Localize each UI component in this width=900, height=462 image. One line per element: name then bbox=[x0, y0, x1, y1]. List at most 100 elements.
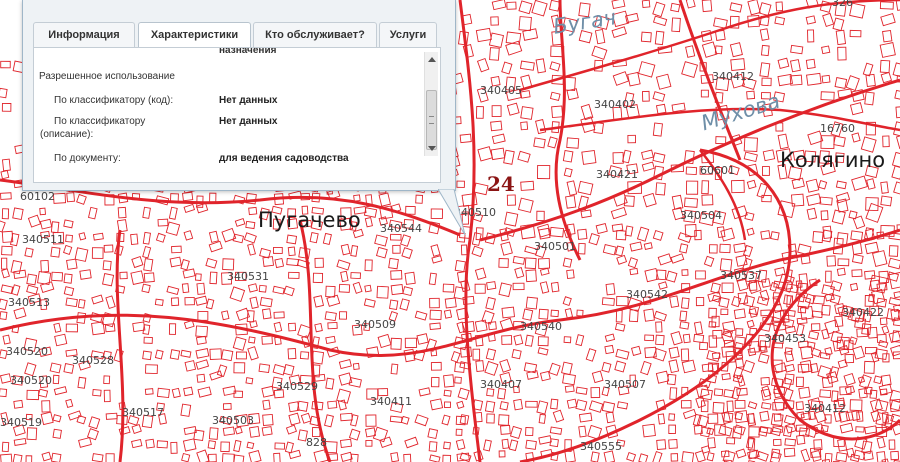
parcel[interactable] bbox=[443, 401, 451, 409]
parcel[interactable] bbox=[102, 260, 112, 271]
parcel[interactable] bbox=[506, 1, 517, 10]
parcel[interactable] bbox=[348, 428, 361, 441]
parcel[interactable] bbox=[796, 434, 806, 445]
parcel[interactable] bbox=[11, 284, 21, 296]
parcel[interactable] bbox=[299, 351, 310, 360]
parcel[interactable] bbox=[806, 341, 816, 349]
parcel[interactable] bbox=[759, 345, 768, 354]
parcel[interactable] bbox=[484, 400, 496, 413]
parcel[interactable] bbox=[52, 414, 62, 423]
parcel[interactable] bbox=[742, 359, 755, 374]
parcel[interactable] bbox=[103, 375, 111, 385]
parcel[interactable] bbox=[168, 206, 178, 220]
parcel[interactable] bbox=[143, 272, 155, 283]
parcel[interactable] bbox=[808, 330, 820, 341]
parcel[interactable] bbox=[681, 451, 695, 462]
parcel[interactable] bbox=[522, 308, 534, 321]
parcel[interactable] bbox=[832, 339, 845, 352]
parcel[interactable] bbox=[508, 439, 519, 452]
parcel[interactable] bbox=[820, 135, 835, 150]
parcel[interactable] bbox=[759, 410, 770, 422]
parcel[interactable] bbox=[852, 345, 866, 360]
parcel[interactable] bbox=[314, 257, 324, 268]
parcel[interactable] bbox=[531, 0, 548, 17]
parcel[interactable] bbox=[512, 282, 525, 291]
parcel[interactable] bbox=[520, 106, 534, 120]
parcel[interactable] bbox=[474, 267, 487, 281]
parcel[interactable] bbox=[180, 349, 192, 358]
parcel[interactable] bbox=[643, 242, 653, 250]
parcel[interactable] bbox=[641, 149, 654, 161]
parcel[interactable] bbox=[168, 323, 177, 335]
parcel[interactable] bbox=[443, 309, 453, 319]
parcel[interactable] bbox=[26, 389, 40, 401]
parcel[interactable] bbox=[643, 308, 655, 322]
parcel[interactable] bbox=[118, 426, 131, 436]
parcel[interactable] bbox=[590, 451, 600, 462]
parcel[interactable] bbox=[701, 0, 713, 13]
parcel[interactable] bbox=[390, 363, 399, 375]
parcel[interactable] bbox=[729, 42, 743, 58]
parcel[interactable] bbox=[313, 295, 325, 308]
parcel[interactable] bbox=[78, 437, 92, 448]
parcel[interactable] bbox=[820, 91, 835, 101]
parcel[interactable] bbox=[806, 207, 818, 220]
parcel[interactable] bbox=[513, 334, 524, 346]
parcel[interactable] bbox=[758, 2, 772, 17]
parcel[interactable] bbox=[375, 246, 388, 259]
parcel[interactable] bbox=[849, 29, 862, 38]
parcel[interactable] bbox=[441, 414, 451, 426]
parcel[interactable] bbox=[1, 102, 12, 112]
tab-information[interactable]: Информация bbox=[33, 22, 135, 47]
parcel[interactable] bbox=[443, 441, 451, 450]
parcel[interactable] bbox=[325, 285, 336, 298]
parcel[interactable] bbox=[686, 180, 699, 195]
parcel[interactable] bbox=[680, 348, 690, 362]
parcel[interactable] bbox=[0, 60, 11, 69]
parcel[interactable] bbox=[837, 359, 848, 369]
parcel[interactable] bbox=[549, 91, 561, 101]
parcel[interactable] bbox=[248, 206, 258, 216]
parcel[interactable] bbox=[513, 398, 523, 411]
parcel[interactable] bbox=[655, 334, 665, 346]
parcel[interactable] bbox=[194, 295, 208, 306]
parcel[interactable] bbox=[870, 410, 882, 423]
parcel[interactable] bbox=[1, 268, 10, 279]
parcel[interactable] bbox=[430, 361, 442, 371]
parcel[interactable] bbox=[759, 28, 770, 41]
parcel[interactable] bbox=[533, 137, 546, 149]
parcel[interactable] bbox=[699, 341, 709, 351]
parcel[interactable] bbox=[817, 365, 832, 380]
parcel[interactable] bbox=[670, 2, 681, 13]
parcel[interactable] bbox=[835, 451, 848, 462]
parcel[interactable] bbox=[891, 151, 900, 169]
parcel[interactable] bbox=[429, 454, 441, 462]
parcel[interactable] bbox=[622, 149, 632, 164]
parcel[interactable] bbox=[171, 245, 182, 254]
parcel[interactable] bbox=[145, 438, 155, 449]
parcel[interactable] bbox=[882, 135, 890, 148]
parcel[interactable] bbox=[41, 451, 52, 462]
parcel[interactable] bbox=[195, 325, 209, 338]
parcel[interactable] bbox=[735, 448, 747, 459]
parcel[interactable] bbox=[259, 247, 272, 259]
parcel[interactable] bbox=[668, 424, 676, 435]
parcel[interactable] bbox=[578, 412, 593, 423]
parcel[interactable] bbox=[821, 328, 830, 340]
parcel[interactable] bbox=[283, 285, 295, 297]
parcel[interactable] bbox=[460, 244, 468, 256]
parcel[interactable] bbox=[789, 59, 801, 73]
parcel[interactable] bbox=[640, 360, 652, 376]
parcel[interactable] bbox=[390, 233, 402, 241]
parcel[interactable] bbox=[762, 149, 776, 162]
parcel[interactable] bbox=[390, 337, 402, 350]
parcel[interactable] bbox=[0, 87, 8, 99]
parcel[interactable] bbox=[733, 242, 747, 254]
parcel[interactable] bbox=[864, 425, 878, 435]
parcel[interactable] bbox=[759, 289, 770, 302]
parcel[interactable] bbox=[142, 206, 151, 219]
parcel[interactable] bbox=[757, 353, 770, 364]
parcel[interactable] bbox=[718, 296, 730, 309]
parcel[interactable] bbox=[485, 296, 496, 311]
parcel[interactable] bbox=[405, 205, 416, 215]
